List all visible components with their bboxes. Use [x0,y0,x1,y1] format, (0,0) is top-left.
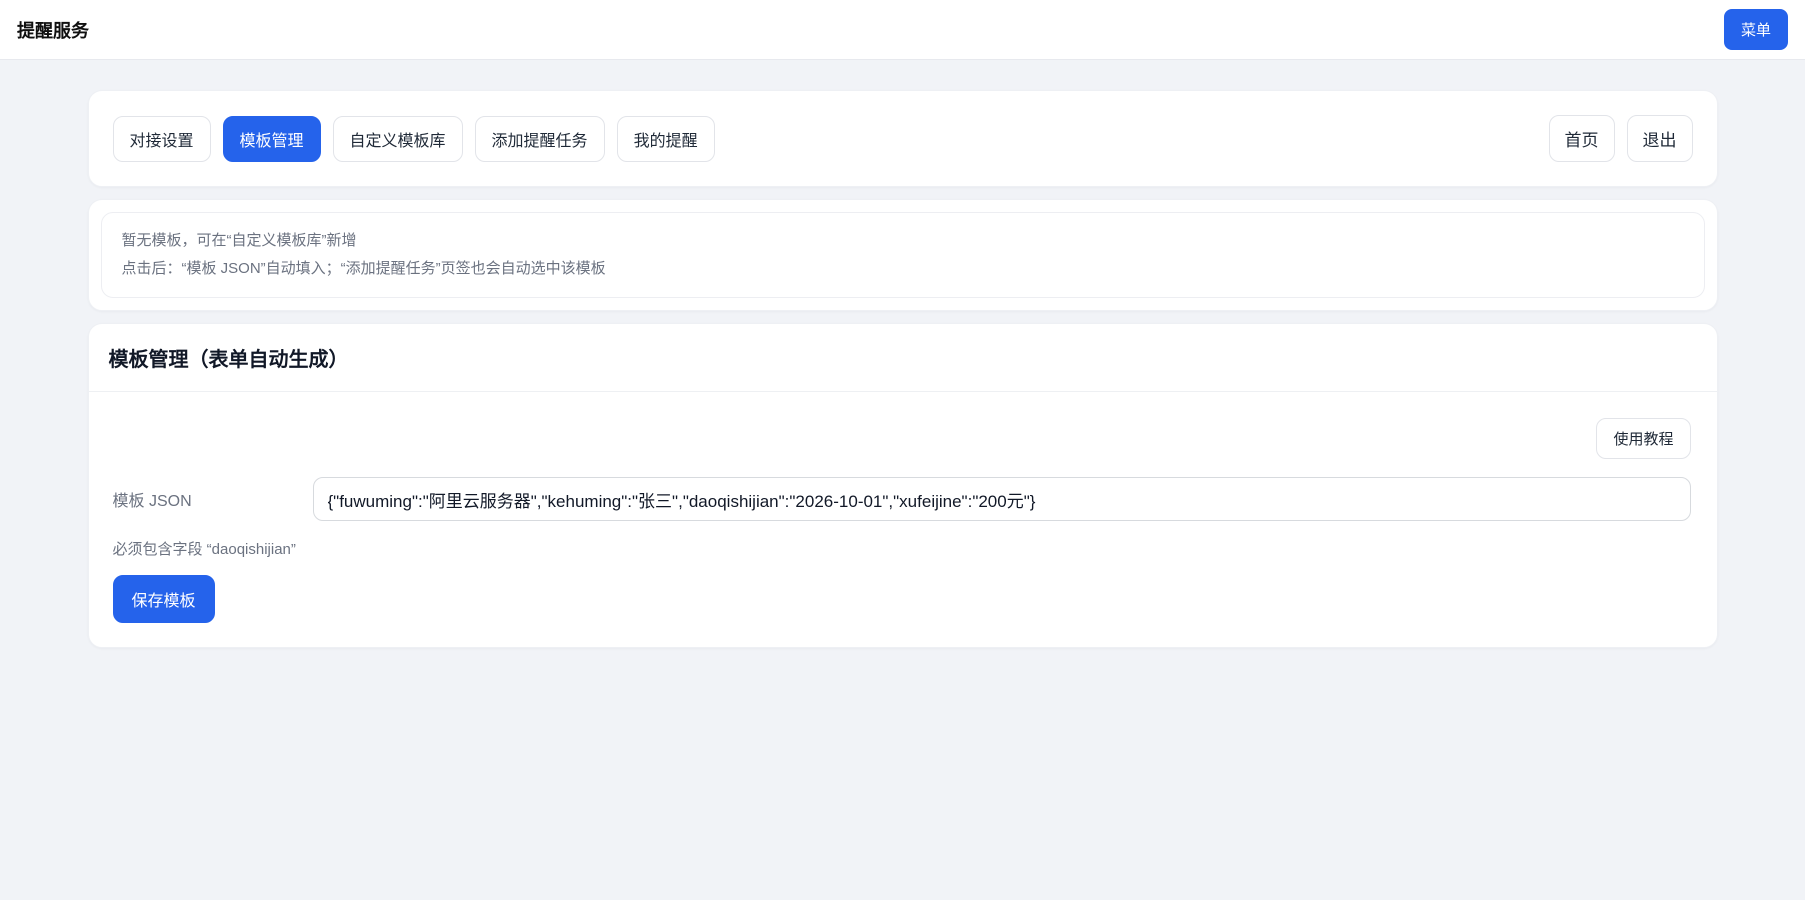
page-content: 对接设置 模板管理 自定义模板库 添加提醒任务 我的提醒 首页 退出 暂无模板，… [0,60,1805,648]
home-button[interactable]: 首页 [1549,115,1615,162]
notice-box: 暂无模板，可在“自定义模板库”新增 点击后：“模板 JSON”自动填入；“添加提… [101,212,1705,298]
template-json-input[interactable] [313,477,1691,521]
menu-button[interactable]: 菜单 [1724,9,1788,50]
content-container: 对接设置 模板管理 自定义模板库 添加提醒任务 我的提醒 首页 退出 暂无模板，… [88,90,1718,648]
app-title: 提醒服务 [17,17,89,43]
tutorial-row: 使用教程 [113,418,1691,459]
template-json-label: 模板 JSON [113,487,313,511]
template-json-row: 模板 JSON [113,477,1691,521]
tutorial-button[interactable]: 使用教程 [1596,418,1690,459]
section-body: 使用教程 模板 JSON 必须包含字段 “daoqishijian” 保存模板 [89,392,1717,647]
logout-button[interactable]: 退出 [1627,115,1693,162]
section-header: 模板管理（表单自动生成） [89,324,1717,392]
section-title: 模板管理（表单自动生成） [109,343,1697,372]
notice-line-click-hint: 点击后：“模板 JSON”自动填入；“添加提醒任务”页签也会自动选中该模板 [122,255,1684,283]
tab-custom-template-library[interactable]: 自定义模板库 [333,116,463,162]
topbar: 提醒服务 菜单 [0,0,1805,60]
template-management-card: 模板管理（表单自动生成） 使用教程 模板 JSON 必须包含字段 “daoqis… [88,323,1718,648]
tab-my-reminders[interactable]: 我的提醒 [617,116,715,162]
nav-group: 首页 退出 [1549,115,1693,162]
save-template-button[interactable]: 保存模板 [113,575,215,623]
notice-card: 暂无模板，可在“自定义模板库”新增 点击后：“模板 JSON”自动填入；“添加提… [88,199,1718,311]
notice-line-empty-template: 暂无模板，可在“自定义模板库”新增 [122,227,1684,255]
tab-connection-settings[interactable]: 对接设置 [113,116,211,162]
tab-group: 对接设置 模板管理 自定义模板库 添加提醒任务 我的提醒 [113,116,715,162]
tab-bar-card: 对接设置 模板管理 自定义模板库 添加提醒任务 我的提醒 首页 退出 [88,90,1718,187]
required-field-hint: 必须包含字段 “daoqishijian” [113,538,1691,559]
tab-template-management[interactable]: 模板管理 [223,116,321,162]
tab-add-reminder-task[interactable]: 添加提醒任务 [475,116,605,162]
